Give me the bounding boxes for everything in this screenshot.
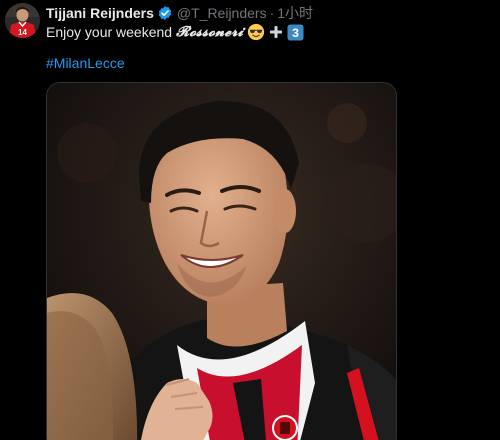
handle[interactable]: @T_Reijnders: [177, 5, 267, 21]
tweet-text-stylized: 𝓡𝓸𝓼𝓼𝓸𝓷𝓮𝓻𝓲: [176, 24, 244, 40]
timestamp[interactable]: 1小时: [277, 3, 313, 23]
tweet-text: Enjoy your weekend 𝓡𝓸𝓼𝓼𝓸𝓷𝓮𝓻𝓲 3: [46, 22, 304, 42]
separator-dot: ·: [269, 5, 275, 21]
display-name[interactable]: Tijjani Reijnders: [46, 5, 154, 21]
smiling-face-with-sunglasses-icon: [247, 23, 265, 41]
heavy-plus-sign-icon: [268, 24, 284, 40]
tweet-text-prefix: Enjoy your weekend: [46, 24, 173, 40]
avatar-shirt-number: 14: [18, 28, 27, 37]
hashtag-link[interactable]: #MilanLecce: [46, 55, 125, 71]
player-photo-icon: [47, 83, 396, 440]
verified-badge-icon[interactable]: [157, 5, 173, 21]
tweet-header: Tijjani Reijnders @T_Reijnders · 1小时: [46, 4, 313, 22]
keycap-digit: 3: [292, 26, 299, 40]
keycap-digit-three-icon: 3: [287, 23, 304, 41]
avatar-photo-icon: 14: [5, 3, 40, 38]
tweet-media-photo[interactable]: [46, 82, 397, 440]
avatar[interactable]: 14: [5, 3, 40, 38]
tweet[interactable]: 14 Tijjani Reijnders @T_Reijnders · 1小时 …: [0, 0, 500, 440]
